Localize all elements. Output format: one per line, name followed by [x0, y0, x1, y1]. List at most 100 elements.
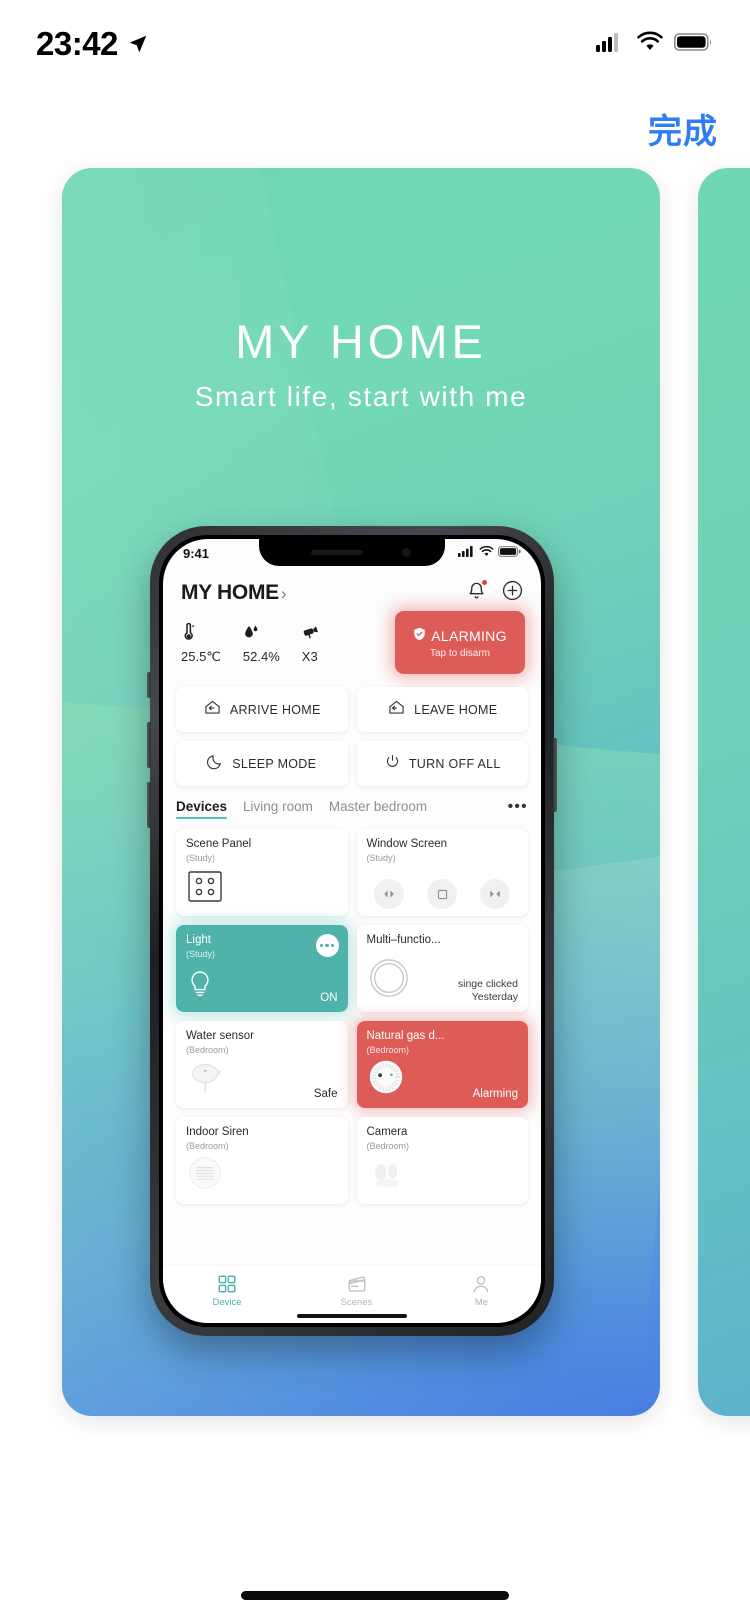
- device-card-window-screen[interactable]: Window Screen (Study): [356, 829, 528, 916]
- sensor-humidity-value: 52.4%: [242, 649, 280, 664]
- phone-mute-switch: [147, 672, 151, 698]
- tabbar-item-me[interactable]: Me: [471, 1274, 491, 1308]
- phone-notch: [259, 539, 445, 566]
- thermometer-icon: [181, 622, 195, 646]
- grid-icon: [218, 1275, 236, 1292]
- scene-leave-home-label: LEAVE HOME: [414, 702, 498, 717]
- wifi-icon: [479, 544, 494, 562]
- device-room: (Bedroom): [186, 1140, 229, 1151]
- tab-devices[interactable]: Devices: [176, 799, 228, 819]
- status-bar-right: [596, 31, 714, 58]
- tabbar-item-scenes[interactable]: Scenes: [340, 1274, 373, 1308]
- app-status-time: 9:41: [183, 545, 210, 561]
- window-close-button[interactable]: [480, 879, 511, 909]
- arrive-home-icon: [203, 698, 222, 722]
- alarm-title: ALARMING: [431, 628, 507, 644]
- theme-carousel[interactable]: MY HOME Smart life, start with me 9:41 M…: [0, 168, 750, 1436]
- device-state: Alarming: [472, 1088, 518, 1100]
- clapperboard-icon: [348, 1275, 366, 1292]
- device-card-gas-detector[interactable]: Natural gas d... (Bedroom) Alarming: [356, 1021, 528, 1108]
- notification-badge-dot: [482, 580, 487, 585]
- phone-volume-up-button: [147, 722, 151, 768]
- light-bulb-icon: [187, 969, 213, 1004]
- sensor-humidity: 52.4%: [243, 623, 280, 665]
- alarm-status-card[interactable]: ALARMING Tap to disarm: [395, 611, 525, 674]
- humidity-droplet-icon: [243, 623, 259, 646]
- system-status-bar: 23:42: [0, 0, 750, 88]
- status-bar-time: 23:42: [36, 25, 118, 62]
- tabbar-item-device[interactable]: Device: [213, 1274, 242, 1308]
- phone-bezel: 9:41 MY HOME › 25.5℃ 52.4% X3 ALARMING T…: [159, 535, 545, 1327]
- cellular-signal-icon: [596, 31, 626, 58]
- tab-master-bedroom[interactable]: Master bedroom: [329, 799, 427, 819]
- header-actions: [467, 580, 523, 606]
- hero-subtitle: Smart life, start with me: [194, 381, 528, 412]
- device-name: Scene Panel: [186, 838, 252, 850]
- add-device-button[interactable]: [502, 580, 523, 606]
- water-sensor-icon: [187, 1061, 227, 1100]
- status-bar-left: 23:42: [36, 25, 149, 63]
- device-card-scene-panel[interactable]: Scene Panel (Study): [176, 829, 348, 916]
- device-more-options-button[interactable]: [315, 934, 339, 957]
- sensor-camera-value: X3: [301, 649, 318, 664]
- phone-power-button: [553, 738, 557, 812]
- device-state: Safe: [313, 1088, 338, 1100]
- wifi-icon: [636, 31, 664, 58]
- phone-screen: 9:41 MY HOME › 25.5℃ 52.4% X3 ALARMING T…: [163, 539, 541, 1323]
- device-card-indoor-siren[interactable]: Indoor Siren (Bedroom): [176, 1117, 348, 1204]
- scene-panel-icon: [187, 870, 223, 908]
- scene-arrive-home-button[interactable]: ARRIVE HOME: [176, 687, 348, 732]
- plus-circle-icon: [502, 580, 523, 601]
- scene-shortcut-grid: ARRIVE HOME LEAVE HOME SLEEP MODE TURN O…: [176, 687, 528, 786]
- location-arrow-icon: [127, 33, 149, 55]
- done-button[interactable]: 完成: [648, 104, 718, 153]
- scene-leave-home-button[interactable]: LEAVE HOME: [356, 687, 528, 732]
- device-card-light[interactable]: Light (Study) ON: [176, 925, 348, 1012]
- cellular-signal-icon: [458, 544, 475, 562]
- app-header: MY HOME ›: [163, 571, 541, 615]
- device-name: Camera: [366, 1126, 408, 1138]
- carousel-card-main[interactable]: MY HOME Smart life, start with me 9:41 M…: [62, 168, 660, 1416]
- alarm-title-row: ALARMING: [413, 627, 507, 646]
- siren-icon: [187, 1155, 223, 1196]
- window-open-button[interactable]: [374, 879, 405, 909]
- scene-turn-off-all-button[interactable]: TURN OFF ALL: [356, 741, 528, 786]
- device-name: Light: [186, 934, 211, 946]
- phone-home-indicator: [297, 1314, 407, 1318]
- phone-volume-down-button: [147, 782, 151, 828]
- device-card-multi-function[interactable]: Multi–functio... singe clicked Yesterday: [356, 925, 528, 1012]
- tab-more-button[interactable]: •••: [508, 798, 528, 820]
- alarm-subtitle: Tap to disarm: [429, 647, 491, 659]
- sensor-summary-row: 25.5℃ 52.4% X3: [181, 622, 320, 665]
- tabbar-label-scenes: Scenes: [340, 1296, 373, 1308]
- gas-detector-icon: [368, 1059, 404, 1100]
- sensor-temperature: 25.5℃: [181, 622, 221, 665]
- device-name: Natural gas d...: [366, 1030, 445, 1042]
- device-card-grid: Scene Panel (Study) Window Screen (Study…: [176, 829, 528, 1204]
- room-tab-bar: Devices Living room Master bedroom •••: [176, 795, 528, 823]
- window-stop-button[interactable]: [427, 879, 458, 909]
- device-name: Water sensor: [186, 1030, 254, 1042]
- multi-function-button-icon: [368, 957, 410, 1004]
- device-room: (Study): [366, 852, 396, 863]
- shield-check-icon: [413, 627, 426, 646]
- screen-root: 23:42 完成 MY HOME Smart life, start with …: [0, 0, 750, 1624]
- hero-title: MY HOME: [235, 315, 487, 368]
- device-state: singe clicked Yesterday: [458, 978, 518, 1004]
- earpiece-speaker: [311, 550, 363, 555]
- power-icon: [384, 753, 401, 775]
- home-indicator: [241, 1591, 509, 1600]
- scene-sleep-mode-label: SLEEP MODE: [232, 756, 317, 771]
- carousel-card-next[interactable]: [698, 168, 750, 1416]
- home-name-selector[interactable]: MY HOME ›: [181, 581, 287, 605]
- notifications-button[interactable]: [467, 580, 487, 605]
- device-name: Window Screen: [366, 838, 448, 850]
- scene-turn-off-all-label: TURN OFF ALL: [408, 756, 501, 771]
- device-name: Indoor Siren: [186, 1126, 249, 1138]
- tab-living-room[interactable]: Living room: [243, 799, 313, 819]
- tabbar-label-me: Me: [474, 1296, 489, 1308]
- scene-sleep-mode-button[interactable]: SLEEP MODE: [176, 741, 348, 786]
- device-card-camera[interactable]: Camera (Bedroom): [356, 1117, 528, 1204]
- device-card-water-sensor[interactable]: Water sensor (Bedroom) Safe: [176, 1021, 348, 1108]
- home-name-label: MY HOME: [181, 581, 279, 604]
